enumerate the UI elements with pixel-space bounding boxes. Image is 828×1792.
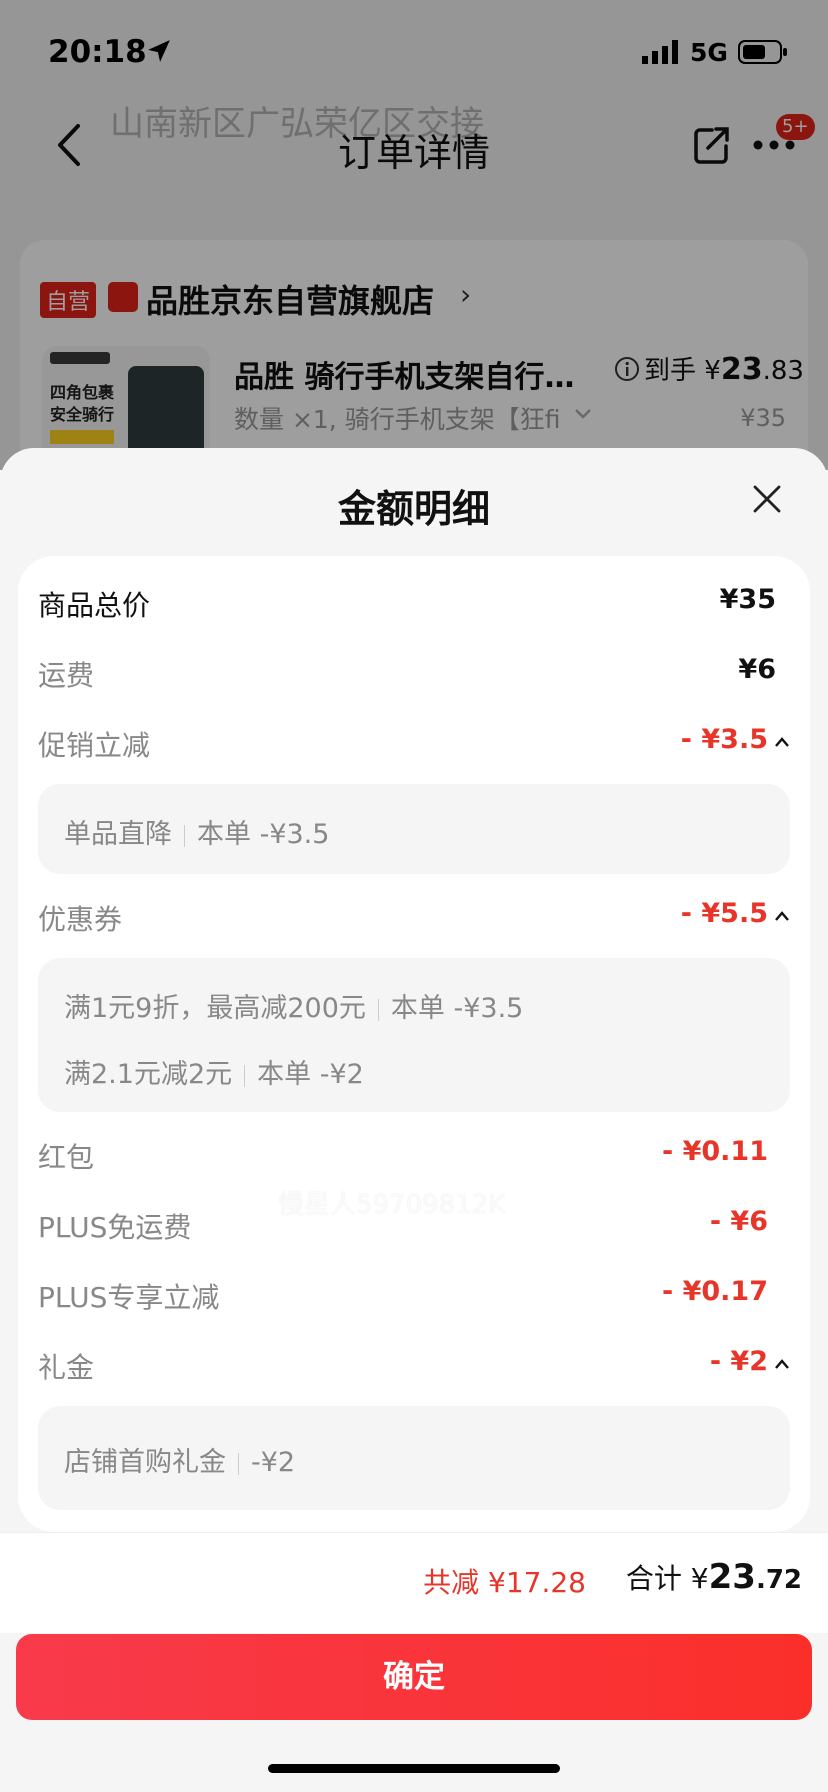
plus-discount-label: PLUS专享立减 (38, 1281, 220, 1314)
order-total-label: 合计 (625, 1562, 682, 1595)
coupon-detail-1-amount: 本单 -¥3.5 (390, 993, 524, 1024)
dim-overlay[interactable] (0, 0, 828, 470)
promo-detail-line: 单品直降 本单 -¥3.5 (64, 812, 329, 851)
chevron-up-icon[interactable] (774, 1358, 790, 1370)
plus-discount-row: PLUS专享立减 - ¥0.17 (38, 1268, 790, 1324)
confirm-button[interactable]: 确定 (16, 1634, 812, 1720)
sheet-title: 金额明细 (337, 487, 490, 531)
shipping-row: 运费 ¥6 (38, 646, 790, 702)
promo-detail-box: 单品直降 本单 -¥3.5 (38, 784, 790, 874)
watermark: 慢星人59709812K (278, 1190, 506, 1220)
gift-detail-line: 店铺首购礼金 -¥2 (64, 1440, 295, 1479)
promo-detail-amount: 本单 -¥3.5 (197, 819, 330, 850)
plus-discount-value: - ¥0.17 (661, 1276, 768, 1307)
coupon-value: - ¥5.5 (680, 898, 768, 929)
gift-value: - ¥2 (709, 1346, 768, 1377)
promo-detail-name: 单品直降 (64, 819, 172, 850)
promo-label: 促销立减 (38, 729, 151, 762)
chevron-up-icon[interactable] (774, 736, 790, 748)
order-detail-background: 20:18 5G 山南新区广弘荣亿区交接 订单详情 5+ 自营 品胜京东自营旗舰… (0, 0, 828, 470)
divider (377, 998, 379, 1021)
chevron-up-icon[interactable] (774, 910, 790, 922)
goods-total-row: 商品总价 ¥35 (38, 576, 790, 632)
coupon-label: 优惠券 (38, 903, 123, 936)
plus-free-shipping-label: PLUS免运费 (38, 1211, 192, 1244)
total-savings: 共减 ¥17.28 (423, 1566, 586, 1599)
red-packet-row: 红包 - ¥0.11 (38, 1128, 790, 1184)
order-total-currency: ¥ (690, 1562, 709, 1595)
shipping-value: ¥6 (738, 654, 776, 685)
plus-free-shipping-value: - ¥6 (709, 1206, 768, 1237)
gift-label: 礼金 (38, 1351, 95, 1384)
coupon-detail-line-1: 满1元9折，最高减200元 本单 -¥3.5 (64, 986, 523, 1025)
red-packet-value: - ¥0.11 (661, 1136, 768, 1167)
home-indicator (268, 1764, 560, 1773)
total-footer: 共减 ¥17.28 合计 ¥23.72 (0, 1532, 828, 1633)
goods-total-label: 商品总价 (38, 589, 151, 622)
divider (184, 824, 185, 847)
gift-row[interactable]: 礼金 - ¥2 (38, 1338, 790, 1394)
shipping-label: 运费 (38, 659, 95, 692)
amount-detail-card: 商品总价 ¥35 运费 ¥6 促销立减 - ¥3.5 单品直降 本单 -¥3.5 … (18, 556, 810, 1532)
red-packet-label: 红包 (38, 1141, 95, 1174)
goods-total-value: ¥35 (719, 584, 776, 615)
coupon-detail-1-name: 满1元9折，最高减200元 (64, 993, 366, 1024)
gift-detail-box: 店铺首购礼金 -¥2 (38, 1406, 790, 1510)
order-total-dec: .72 (755, 1565, 802, 1595)
order-total: 合计 ¥23.72 (626, 1557, 802, 1597)
coupon-detail-2-name: 满2.1元减2元 (64, 1059, 233, 1090)
coupon-row[interactable]: 优惠券 - ¥5.5 (38, 890, 790, 946)
order-total-int: 23 (708, 1557, 756, 1597)
gift-detail-amount: -¥2 (251, 1447, 296, 1478)
divider (238, 1452, 239, 1475)
promo-row[interactable]: 促销立减 - ¥3.5 (38, 716, 790, 772)
coupon-detail-box: 满1元9折，最高减200元 本单 -¥3.5 满2.1元减2元 本单 -¥2 (38, 958, 790, 1112)
gift-detail-name: 店铺首购礼金 (64, 1447, 226, 1478)
promo-value: - ¥3.5 (680, 724, 768, 755)
divider (244, 1064, 246, 1087)
coupon-detail-2-amount: 本单 -¥2 (257, 1059, 364, 1090)
coupon-detail-line-2: 满2.1元减2元 本单 -¥2 (64, 1052, 364, 1091)
close-icon[interactable] (752, 484, 782, 514)
